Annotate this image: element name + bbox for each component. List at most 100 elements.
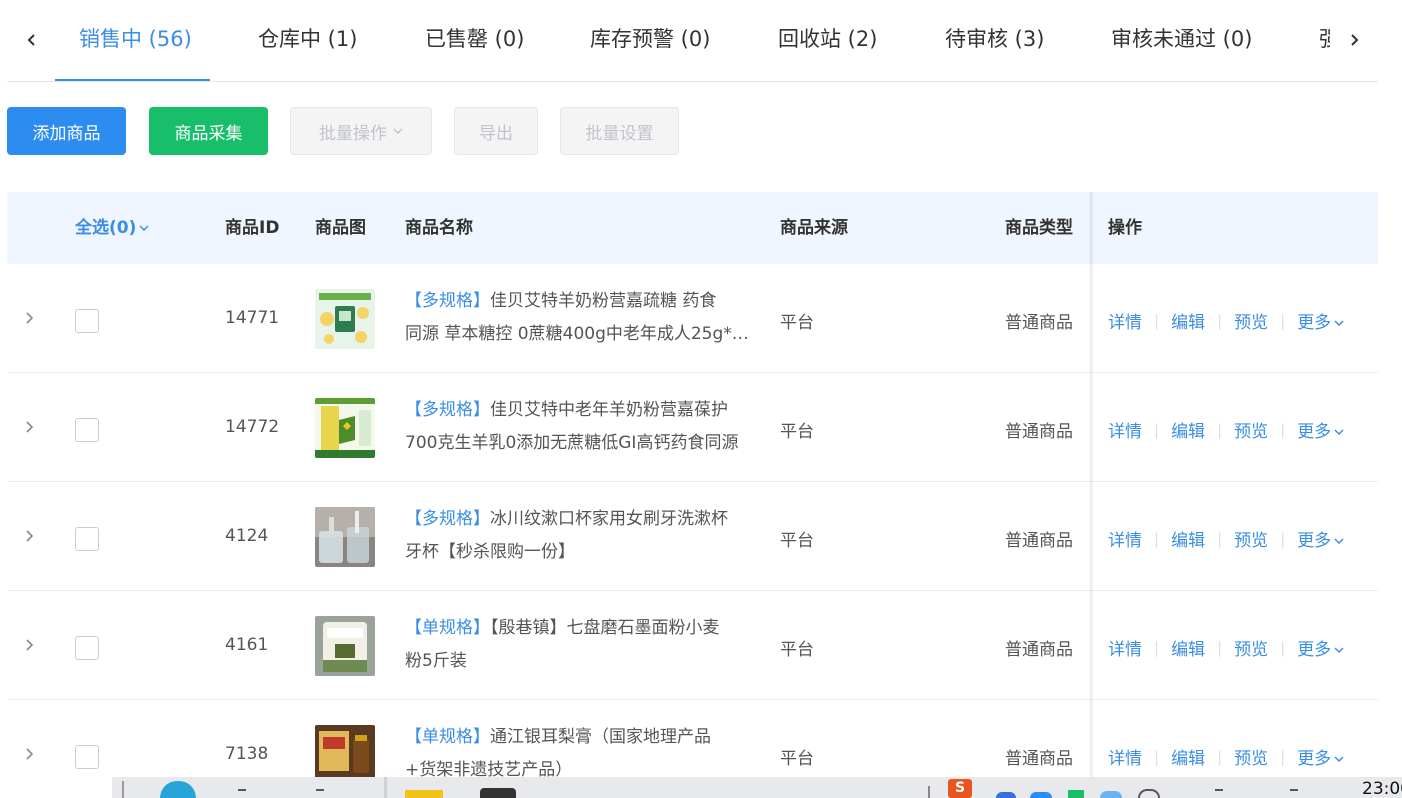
taskbar-glyph-icon[interactable]: [238, 789, 246, 791]
chevron-down-icon: [1334, 647, 1344, 654]
more-label: 更多: [1297, 640, 1332, 660]
collect-product-button[interactable]: 商品采集: [149, 107, 268, 155]
preview-link[interactable]: 预览: [1234, 308, 1268, 333]
product-thumbnail[interactable]: [315, 616, 375, 676]
expand-row-icon[interactable]: [22, 528, 42, 548]
taskbar-clock[interactable]: 23:00: [1362, 779, 1402, 798]
tab-stock-warning[interactable]: 库存预警 (0): [590, 0, 710, 82]
detail-link[interactable]: 详情: [1108, 744, 1142, 769]
tray-app-icon[interactable]: [1030, 792, 1052, 798]
edge-browser-icon[interactable]: [160, 781, 196, 798]
row-actions: 详情 | 编辑 | 预览 | 更多: [1108, 526, 1344, 551]
sogou-ime-icon[interactable]: S: [948, 779, 972, 798]
tab-recycle-bin[interactable]: 回收站 (2): [778, 0, 877, 82]
tab-review-rejected[interactable]: 审核未通过 (0): [1111, 0, 1252, 82]
select-all-dropdown[interactable]: 全选(0): [75, 192, 149, 264]
product-thumbnail[interactable]: [315, 507, 375, 567]
row-checkbox[interactable]: [75, 745, 99, 769]
product-source: 平台: [780, 422, 814, 442]
edit-link[interactable]: 编辑: [1171, 308, 1205, 333]
product-name[interactable]: 【单规格】【殷巷镇】七盘磨石墨面粉小麦 粉5斤装: [405, 612, 755, 678]
tab-sold-out[interactable]: 已售罄 (0): [425, 0, 524, 82]
product-id: 7138: [225, 744, 269, 764]
detail-link[interactable]: 详情: [1108, 635, 1142, 660]
product-source: 平台: [780, 531, 814, 551]
product-thumbnail[interactable]: [315, 725, 375, 777]
tray-app-icon[interactable]: [1100, 791, 1122, 798]
taskbar-search-area[interactable]: [0, 777, 112, 798]
select-all-label: 全选(0): [75, 218, 137, 238]
more-dropdown[interactable]: 更多: [1297, 635, 1344, 660]
spec-tag: 【多规格】: [405, 509, 490, 529]
spec-tag: 【多规格】: [405, 291, 490, 311]
export-button[interactable]: 导出: [454, 107, 538, 155]
expand-row-icon[interactable]: [22, 310, 42, 330]
tab-list: 销售中 (56) 仓库中 (1) 已售罄 (0) 库存预警 (0) 回收站 (2…: [55, 0, 1330, 82]
action-separator: |: [1154, 747, 1160, 766]
tab-more-truncated[interactable]: 强: [1319, 0, 1330, 82]
product-name[interactable]: 【单规格】通江银耳梨膏（国家地理产品 +货架非遗技艺产品）: [405, 721, 755, 777]
tab-in-warehouse[interactable]: 仓库中 (1): [258, 0, 357, 82]
more-dropdown[interactable]: 更多: [1297, 417, 1344, 442]
product-name[interactable]: 【多规格】佳贝艾特中老年羊奶粉营嘉葆护 700克生羊乳0添加无蔗糖低GI高钙药食…: [405, 394, 755, 460]
product-name-line1: 佳贝艾特羊奶粉营嘉疏糖 药食: [490, 291, 717, 311]
action-separator: |: [1154, 420, 1160, 439]
taskbar-glyph-icon[interactable]: [316, 789, 324, 791]
row-checkbox[interactable]: [75, 309, 99, 333]
batch-setting-button[interactable]: 批量设置: [560, 107, 679, 155]
tab-scroll-right-icon[interactable]: [1339, 24, 1369, 56]
row-checkbox[interactable]: [75, 527, 99, 551]
tab-pending-review[interactable]: 待审核 (3): [945, 0, 1044, 82]
edit-link[interactable]: 编辑: [1171, 417, 1205, 442]
action-separator: |: [1217, 747, 1223, 766]
edit-link[interactable]: 编辑: [1171, 744, 1205, 769]
tab-on-sale[interactable]: 销售中 (56): [79, 0, 192, 82]
more-label: 更多: [1297, 313, 1332, 333]
product-name-line1: 冰川纹漱口杯家用女刷牙洗漱杯: [490, 509, 728, 529]
preview-link[interactable]: 预览: [1234, 417, 1268, 442]
more-dropdown[interactable]: 更多: [1297, 526, 1344, 551]
detail-link[interactable]: 详情: [1108, 417, 1142, 442]
product-thumbnail[interactable]: [315, 289, 375, 349]
preview-link[interactable]: 预览: [1234, 635, 1268, 660]
tray-glyph-icon[interactable]: [1215, 789, 1223, 791]
tray-app-icon[interactable]: [1068, 790, 1084, 798]
product-type: 普通商品: [1005, 749, 1073, 769]
tab-scroll-left-icon[interactable]: [17, 24, 47, 56]
preview-link[interactable]: 预览: [1234, 526, 1268, 551]
chevron-down-icon: [1334, 756, 1344, 763]
preview-link[interactable]: 预览: [1234, 744, 1268, 769]
product-thumbnail[interactable]: [315, 398, 375, 458]
table-row: 14771 【多规格】佳贝艾特羊奶粉营嘉疏糖 药食 同源 草本糖控 0蔗糖400…: [7, 264, 1378, 373]
edit-link[interactable]: 编辑: [1171, 526, 1205, 551]
table-row: 4124 【多规格】冰川纹漱口杯家用女刷牙洗漱杯 牙杯【秒杀限购一份】 平台 普…: [7, 482, 1378, 591]
row-checkbox[interactable]: [75, 418, 99, 442]
product-name[interactable]: 【多规格】冰川纹漱口杯家用女刷牙洗漱杯 牙杯【秒杀限购一份】: [405, 503, 755, 569]
product-name-line2: 牙杯【秒杀限购一份】: [405, 542, 575, 562]
expand-row-icon[interactable]: [22, 637, 42, 657]
batch-operation-dropdown[interactable]: 批量操作: [290, 107, 432, 155]
product-name-line2: 700克生羊乳0添加无蔗糖低GI高钙药食同源: [405, 433, 739, 453]
expand-row-icon[interactable]: [22, 419, 42, 439]
product-name-line1: 佳贝艾特中老年羊奶粉营嘉葆护: [490, 400, 728, 420]
batch-operation-label: 批量操作: [319, 123, 387, 144]
edit-link[interactable]: 编辑: [1171, 635, 1205, 660]
file-explorer-icon[interactable]: [405, 790, 443, 798]
product-name[interactable]: 【多规格】佳贝艾特羊奶粉营嘉疏糖 药食 同源 草本糖控 0蔗糖400g中老年成人…: [405, 285, 755, 351]
network-icon[interactable]: [1138, 789, 1160, 798]
header-product-source: 商品来源: [780, 218, 848, 238]
detail-link[interactable]: 详情: [1108, 308, 1142, 333]
expand-row-icon[interactable]: [22, 746, 42, 766]
more-dropdown[interactable]: 更多: [1297, 744, 1344, 769]
product-id: 4124: [225, 526, 269, 546]
fixed-column-shadow: [1090, 192, 1094, 777]
row-checkbox[interactable]: [75, 636, 99, 660]
more-dropdown[interactable]: 更多: [1297, 308, 1344, 333]
add-product-button[interactable]: 添加商品: [7, 107, 126, 155]
terminal-app-icon[interactable]: [480, 788, 516, 798]
spec-tag: 【单规格】: [405, 618, 490, 638]
detail-link[interactable]: 详情: [1108, 526, 1142, 551]
header-product-id: 商品ID: [225, 218, 280, 238]
tray-glyph-icon[interactable]: [1290, 789, 1298, 791]
tray-app-icon[interactable]: [996, 792, 1016, 798]
